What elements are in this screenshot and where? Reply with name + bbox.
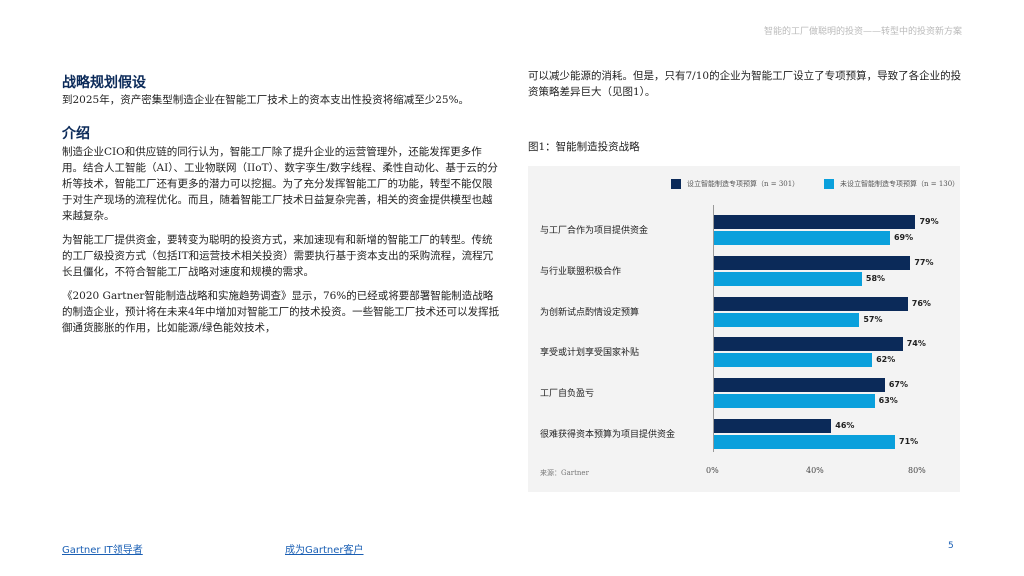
data-label: 57% [863, 314, 883, 324]
link-become-client[interactable]: 成为Gartner客户 [285, 541, 364, 556]
category-label: 与行业联盟积极合作 [540, 266, 622, 277]
right-paragraph: 可以减少能源的消耗。但是，只有7/10的企业为智能工厂设立了专项预算，导致了各企… [528, 70, 962, 98]
x-tick-label: 80% [908, 466, 926, 475]
data-label: 74% [906, 339, 926, 349]
bar [714, 215, 916, 229]
legend-label: 未设立智能制造专项预算（n = 130） [840, 180, 960, 188]
heading-planning-assumption: 战略规划假设 [62, 75, 146, 91]
data-label: 67% [888, 380, 908, 390]
bar [714, 378, 885, 393]
intro-paragraph-2: 为智能工厂提供资金，要转变为聪明的投资方式，来加速现有和新增的智能工厂的转型。传… [62, 234, 494, 278]
legend-swatch [671, 179, 681, 189]
bar [714, 271, 862, 286]
page-number: 5 [948, 541, 954, 551]
bar [714, 255, 911, 270]
x-tick-label: 40% [806, 466, 824, 475]
category-label: 工厂自负盈亏 [540, 389, 595, 400]
intro-paragraph-3: 《2020 Gartner智能制造战略和实施趋势调查》显示，76%的已经或将要部… [62, 290, 500, 334]
x-tick-label: 0% [706, 466, 719, 475]
legend-item-with-budget: 设立智能制造专项预算（n = 301） [671, 179, 799, 189]
running-header: 智能的工厂做聪明的投资——转型中的投资新方案 [763, 27, 962, 37]
data-label: 58% [865, 273, 886, 283]
bar [714, 296, 908, 311]
category-label: 为创新试点酌情设定预算 [540, 307, 640, 318]
category-label: 很难获得资本预算为项目提供资金 [540, 430, 676, 440]
assumption-text: 到2025年，资产密集型制造企业在智能工厂技术上的资本支出性投资将缩减至少25%… [62, 94, 470, 106]
data-label: 62% [876, 355, 896, 365]
bar [714, 353, 873, 368]
legend-swatch [824, 179, 834, 189]
data-label: 69% [893, 233, 914, 242]
legend-label: 设立智能制造专项预算（n = 301） [687, 180, 800, 188]
intro-paragraph-1: 制造企业CIO和供应链的同行认为，智能工厂除了提升企业的运营管理外，还能发挥更多… [62, 146, 498, 222]
category-label: 享受或计划享受国家补贴 [540, 348, 640, 359]
bar [714, 394, 875, 409]
data-label: 46% [835, 421, 855, 430]
data-label: 63% [878, 396, 898, 406]
data-label: 77% [914, 257, 934, 267]
category-label: 与工厂合作为项目提供资金 [540, 226, 649, 236]
bar [714, 231, 890, 245]
bar [714, 419, 832, 433]
bar [714, 312, 860, 327]
legend-item-without-budget: 未设立智能制造专项预算（n = 130） [824, 179, 959, 189]
bar [714, 435, 896, 449]
bar [714, 337, 903, 352]
link-gartner-it-leaders[interactable]: Gartner IT领导者 [62, 541, 143, 556]
chart-source: 来源：Gartner [540, 469, 589, 477]
data-label: 79% [919, 217, 939, 226]
figure-title: 图1：智能制造投资战略 [528, 141, 640, 153]
heading-intro: 介绍 [62, 126, 90, 142]
data-label: 71% [899, 437, 919, 446]
data-label: 76% [911, 298, 931, 308]
